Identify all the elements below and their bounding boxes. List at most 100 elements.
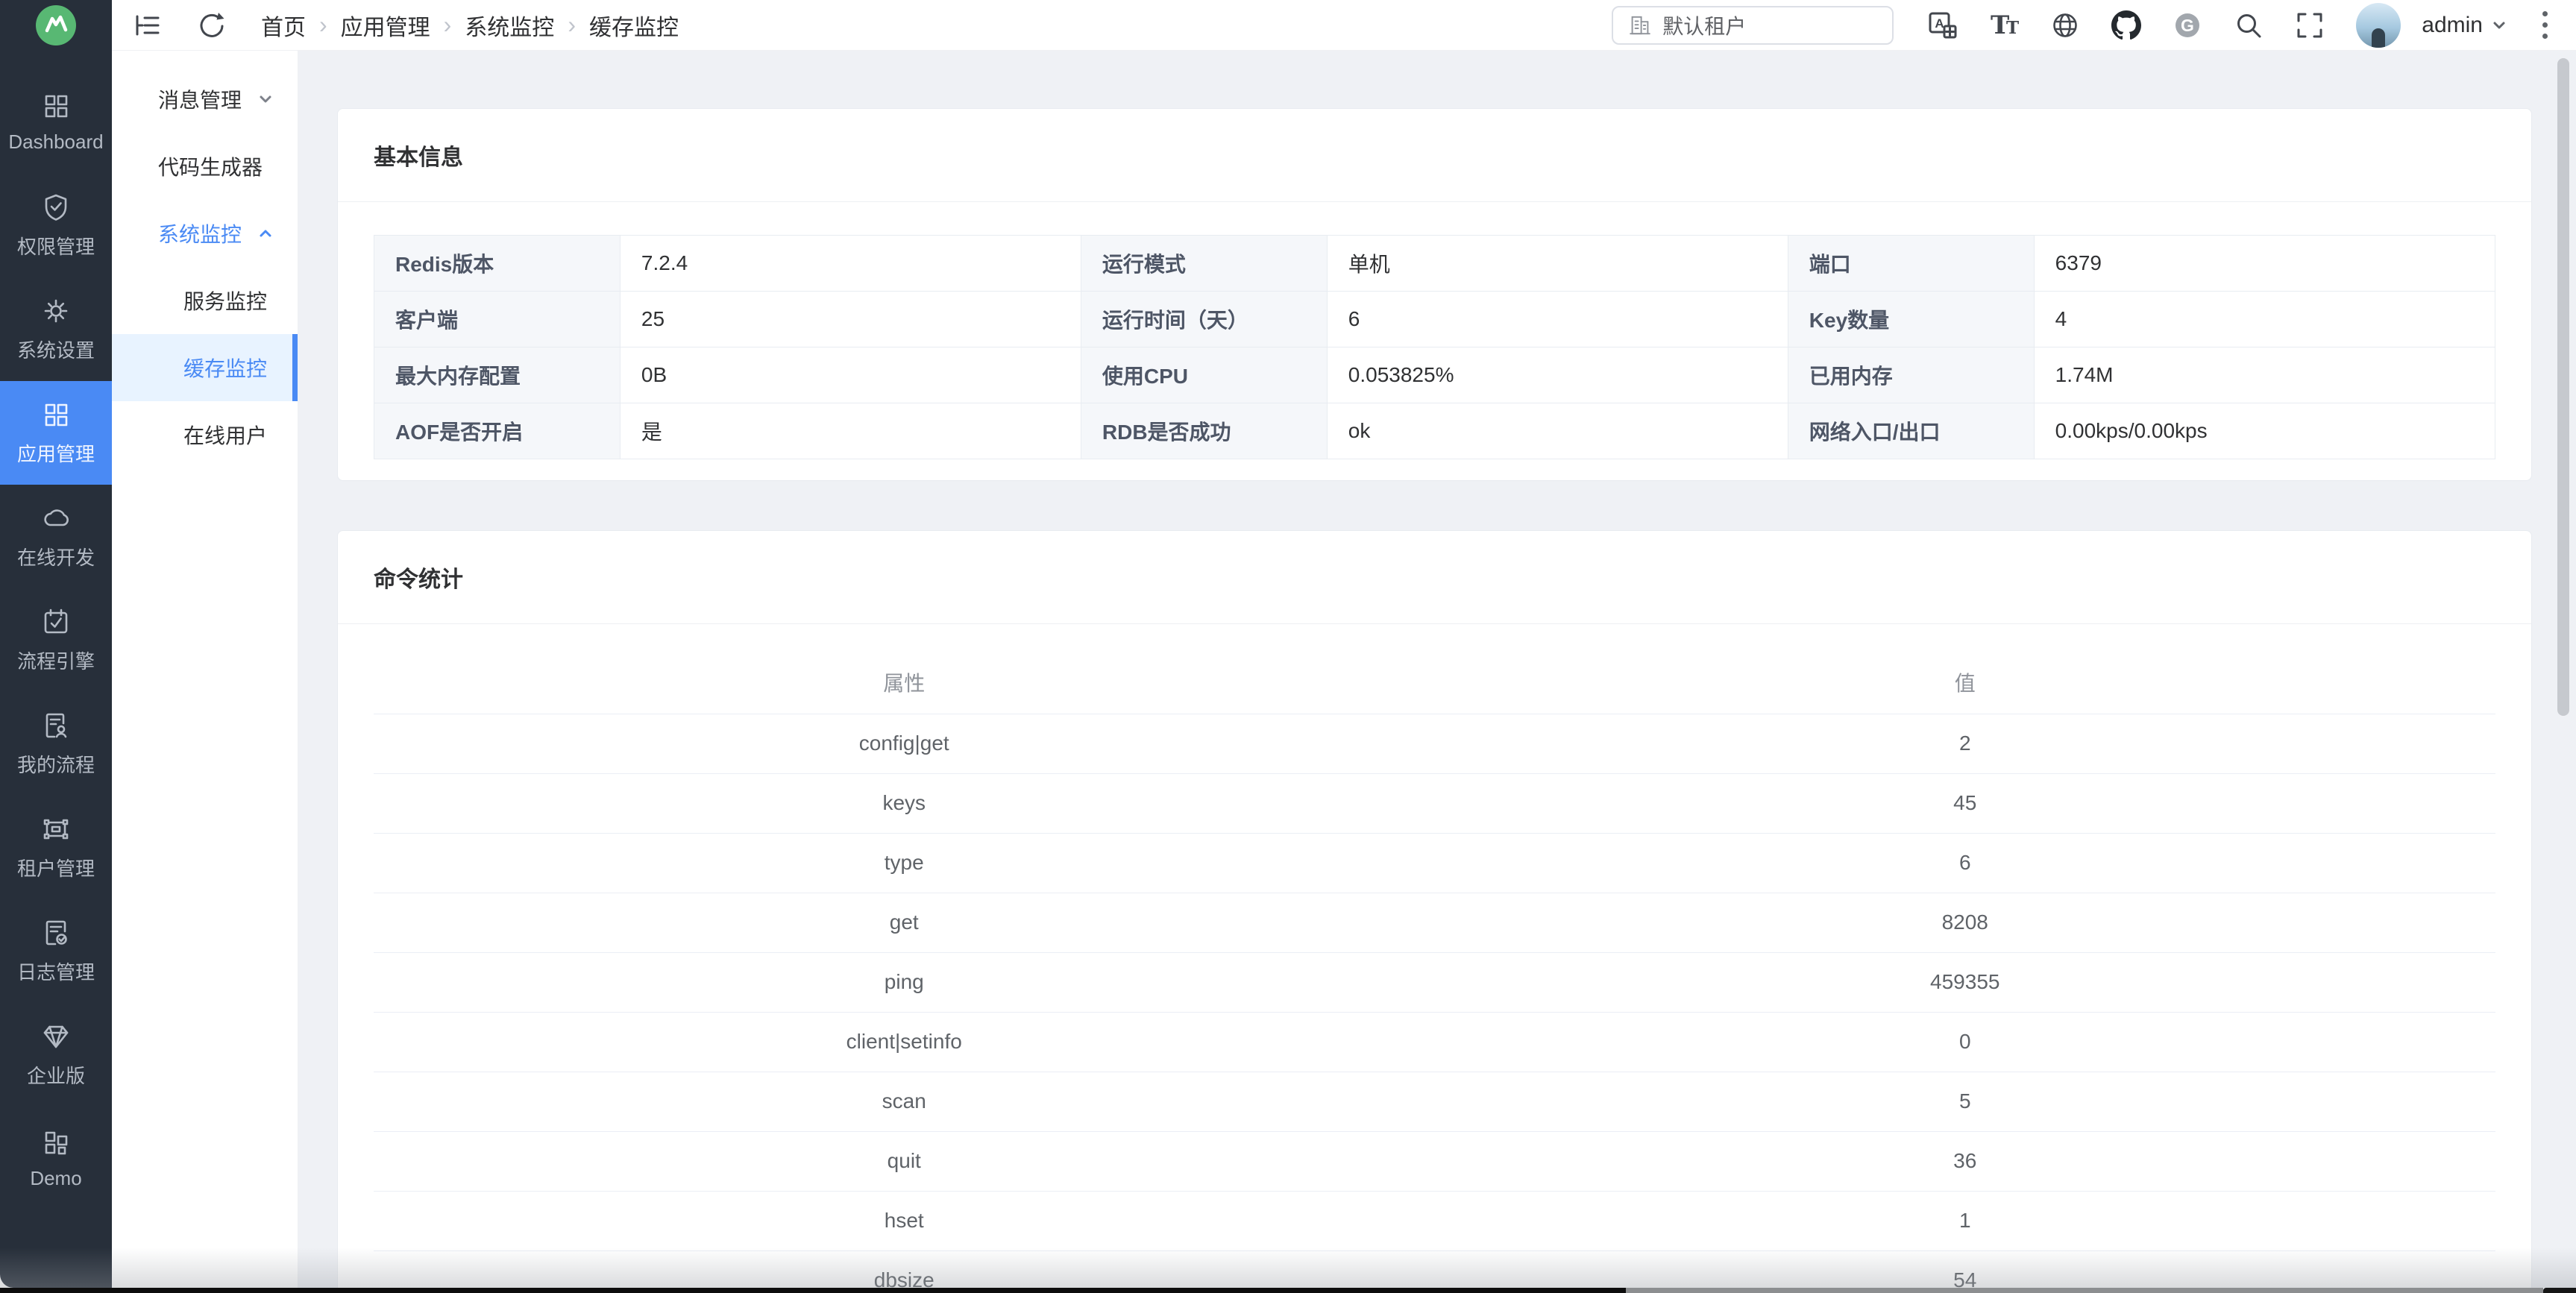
rail-item-label: 权限管理: [17, 232, 95, 259]
company-icon: [1628, 13, 1652, 37]
rail-item-my-flows[interactable]: 我的流程: [0, 692, 112, 796]
table-row: type6: [374, 833, 2495, 893]
topbar-actions: 默认租户 A TT G admin: [1612, 3, 2576, 48]
submenu-label: 服务监控: [183, 286, 267, 315]
more-settings-icon[interactable]: [2539, 8, 2551, 42]
table-row: keys45: [374, 773, 2495, 833]
rail-item-app-management[interactable]: 应用管理: [0, 381, 112, 485]
info-label: 运行模式: [1081, 236, 1327, 292]
info-value: 25: [620, 292, 1081, 347]
breadcrumb-separator: ›: [568, 11, 576, 39]
basic-info-table: Redis版本 7.2.4 运行模式 单机 端口 6379 客户端 25 运行时…: [374, 235, 2495, 459]
diamond-icon: [41, 1022, 71, 1051]
submenu-label: 代码生成器: [158, 151, 263, 181]
github-icon[interactable]: [2111, 10, 2141, 40]
column-header-value: 值: [1435, 651, 2496, 714]
info-label: 网络入口/出口: [1788, 403, 2034, 459]
cmd-attr: scan: [374, 1072, 1435, 1131]
breadcrumb-system-monitor[interactable]: 系统监控: [465, 9, 554, 42]
table-row: client|setinfo0: [374, 1012, 2495, 1072]
user-name-label: admin: [2422, 13, 2483, 38]
info-label: AOF是否开启: [374, 403, 621, 459]
table-row: config|get2: [374, 714, 2495, 773]
app-logo[interactable]: [0, 0, 112, 51]
info-label: 客户端: [374, 292, 621, 347]
cmd-attr: client|setinfo: [374, 1012, 1435, 1072]
cmd-value: 8208: [1435, 893, 2496, 952]
basic-info-card: 基本信息 Redis版本 7.2.4 运行模式 单机 端口 6379: [337, 108, 2532, 481]
top-bar: 首页 › 应用管理 › 系统监控 › 缓存监控 默认租户 A TT G: [112, 0, 2576, 51]
cmd-value: 45: [1435, 773, 2496, 833]
submenu-code-generator[interactable]: 代码生成器: [112, 133, 298, 200]
tenant-select-value: 默认租户: [1662, 10, 1746, 40]
table-row: AOF是否开启 是 RDB是否成功 ok 网络入口/出口 0.00kps/0.0…: [374, 403, 2495, 459]
rail-item-online-dev[interactable]: 在线开发: [0, 485, 112, 588]
table-row: hset1: [374, 1191, 2495, 1250]
cmd-attr: config|get: [374, 714, 1435, 773]
rail-item-enterprise[interactable]: 企业版: [0, 1003, 112, 1107]
globe-icon[interactable]: [2050, 10, 2080, 40]
info-value: 0.053825%: [1327, 347, 1788, 403]
submenu-online-users[interactable]: 在线用户: [112, 401, 298, 468]
content-area: 基本信息 Redis版本 7.2.4 运行模式 单机 端口 6379: [298, 51, 2576, 1293]
grid-icon: [41, 91, 71, 121]
apps-grid-icon: [41, 400, 71, 430]
command-stats-table: 属性 值 config|get2 keys45 type6 get8208 pi…: [374, 651, 2495, 1293]
rail-item-label: 应用管理: [17, 439, 95, 467]
info-value: 4: [2034, 292, 2495, 347]
user-avatar[interactable]: [2356, 3, 2401, 48]
submenu-cache-monitor[interactable]: 缓存监控: [112, 334, 298, 401]
info-label: RDB是否成功: [1081, 403, 1327, 459]
rail-item-label: Dashboard: [8, 130, 103, 154]
rail-item-flow-engine[interactable]: 流程引擎: [0, 588, 112, 692]
table-row: get8208: [374, 893, 2495, 952]
submenu-message-management[interactable]: 消息管理: [112, 66, 298, 133]
chevron-down-icon: [257, 90, 274, 108]
search-icon[interactable]: [2234, 10, 2264, 40]
table-row: quit36: [374, 1131, 2495, 1191]
rail-item-dashboard[interactable]: Dashboard: [0, 70, 112, 174]
cmd-value: 0: [1435, 1012, 2496, 1072]
breadcrumb: 首页 › 应用管理 › 系统监控 › 缓存监控: [261, 9, 679, 42]
breadcrumb-home[interactable]: 首页: [261, 9, 306, 42]
info-value: 1.74M: [2034, 347, 2495, 403]
vertical-scrollbar[interactable]: [2557, 58, 2569, 716]
cloud-icon: [41, 503, 71, 533]
refresh-icon[interactable]: [197, 10, 227, 40]
cmd-attr: dbsize: [374, 1250, 1435, 1293]
breadcrumb-separator: ›: [319, 11, 327, 39]
cmd-attr: hset: [374, 1191, 1435, 1250]
submenu-system-monitor[interactable]: 系统监控: [112, 200, 298, 267]
info-label: 已用内存: [1788, 347, 2034, 403]
submenu-service-monitor[interactable]: 服务监控: [112, 267, 298, 334]
rail-item-log-management[interactable]: 日志管理: [0, 899, 112, 1003]
command-stats-title: 命令统计: [338, 531, 2531, 624]
menu-fold-icon[interactable]: [133, 10, 163, 40]
rail-item-permissions[interactable]: 权限管理: [0, 174, 112, 277]
column-header-attr: 属性: [374, 651, 1435, 714]
rail-item-system-settings[interactable]: 系统设置: [0, 277, 112, 381]
rail-item-label: 系统设置: [17, 336, 95, 363]
gitee-icon[interactable]: G: [2173, 10, 2202, 40]
tenant-select[interactable]: 默认租户: [1612, 6, 1894, 45]
info-label: 运行时间（天）: [1081, 292, 1327, 347]
font-size-icon[interactable]: TT: [1989, 10, 2019, 40]
cmd-attr: get: [374, 893, 1435, 952]
breadcrumb-app-management[interactable]: 应用管理: [341, 9, 430, 42]
rail-item-demo[interactable]: Demo: [0, 1107, 112, 1210]
document-check-icon: [41, 918, 71, 948]
table-row: dbsize54: [374, 1250, 2495, 1293]
window-bottom-edge: [0, 1288, 2576, 1293]
cmd-attr: type: [374, 833, 1435, 893]
table-row: ping459355: [374, 952, 2495, 1012]
submenu-label: 消息管理: [158, 84, 242, 114]
rail-item-tenant-management[interactable]: 租户管理: [0, 796, 112, 899]
svg-text:G: G: [2181, 16, 2194, 35]
translate-icon[interactable]: A: [1928, 10, 1958, 40]
fullscreen-icon[interactable]: [2295, 10, 2325, 40]
info-value: 7.2.4: [620, 236, 1081, 292]
user-menu[interactable]: admin: [2422, 13, 2508, 38]
calendar-check-icon: [41, 607, 71, 637]
rail-item-label: 我的流程: [17, 750, 95, 778]
table-row: scan5: [374, 1072, 2495, 1131]
